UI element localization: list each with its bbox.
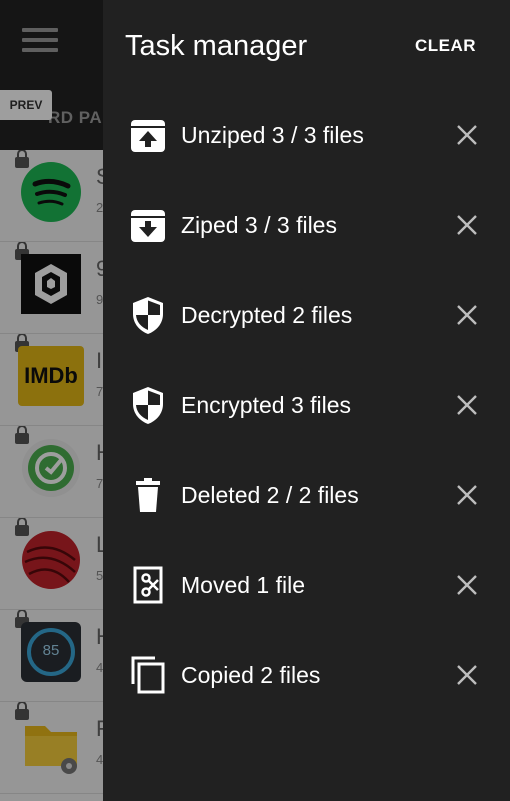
close-icon[interactable] <box>455 393 479 417</box>
clear-button[interactable]: CLEAR <box>415 36 476 56</box>
copy-icon <box>127 654 169 696</box>
task-label: Moved 1 file <box>181 572 306 598</box>
shield-icon <box>127 384 169 426</box>
task-list: Unziped 3 / 3 files Ziped 3 / 3 files De… <box>103 90 510 720</box>
cut-icon <box>127 564 169 606</box>
task-label: Encrypted 3 files <box>181 392 352 418</box>
task-label: Deleted 2 / 2 files <box>181 482 359 508</box>
task-item[interactable]: Decrypted 2 files <box>103 270 510 360</box>
task-item[interactable]: Copied 2 files <box>103 630 510 720</box>
close-icon[interactable] <box>455 483 479 507</box>
task-label: Copied 2 files <box>181 662 321 688</box>
close-icon[interactable] <box>455 573 479 597</box>
task-item[interactable]: Ziped 3 / 3 files <box>103 180 510 270</box>
archive-down-icon <box>127 204 169 246</box>
drawer-title: Task manager <box>125 30 308 62</box>
task-label: Decrypted 2 files <box>181 302 353 328</box>
task-item[interactable]: Encrypted 3 files <box>103 360 510 450</box>
close-icon[interactable] <box>455 213 479 237</box>
close-icon[interactable] <box>455 303 479 327</box>
scrim-overlay[interactable] <box>0 0 103 801</box>
task-item[interactable]: Deleted 2 / 2 files <box>103 450 510 540</box>
close-icon[interactable] <box>455 123 479 147</box>
shield-icon <box>127 294 169 336</box>
task-label: Ziped 3 / 3 files <box>181 212 337 238</box>
task-manager-drawer: Task manager CLEAR Unziped 3 / 3 files Z… <box>103 0 510 801</box>
trash-icon <box>127 474 169 516</box>
archive-up-icon <box>127 114 169 156</box>
task-item[interactable]: Unziped 3 / 3 files <box>103 90 510 180</box>
close-icon[interactable] <box>455 663 479 687</box>
task-item[interactable]: Moved 1 file <box>103 540 510 630</box>
task-label: Unziped 3 / 3 files <box>181 122 364 148</box>
